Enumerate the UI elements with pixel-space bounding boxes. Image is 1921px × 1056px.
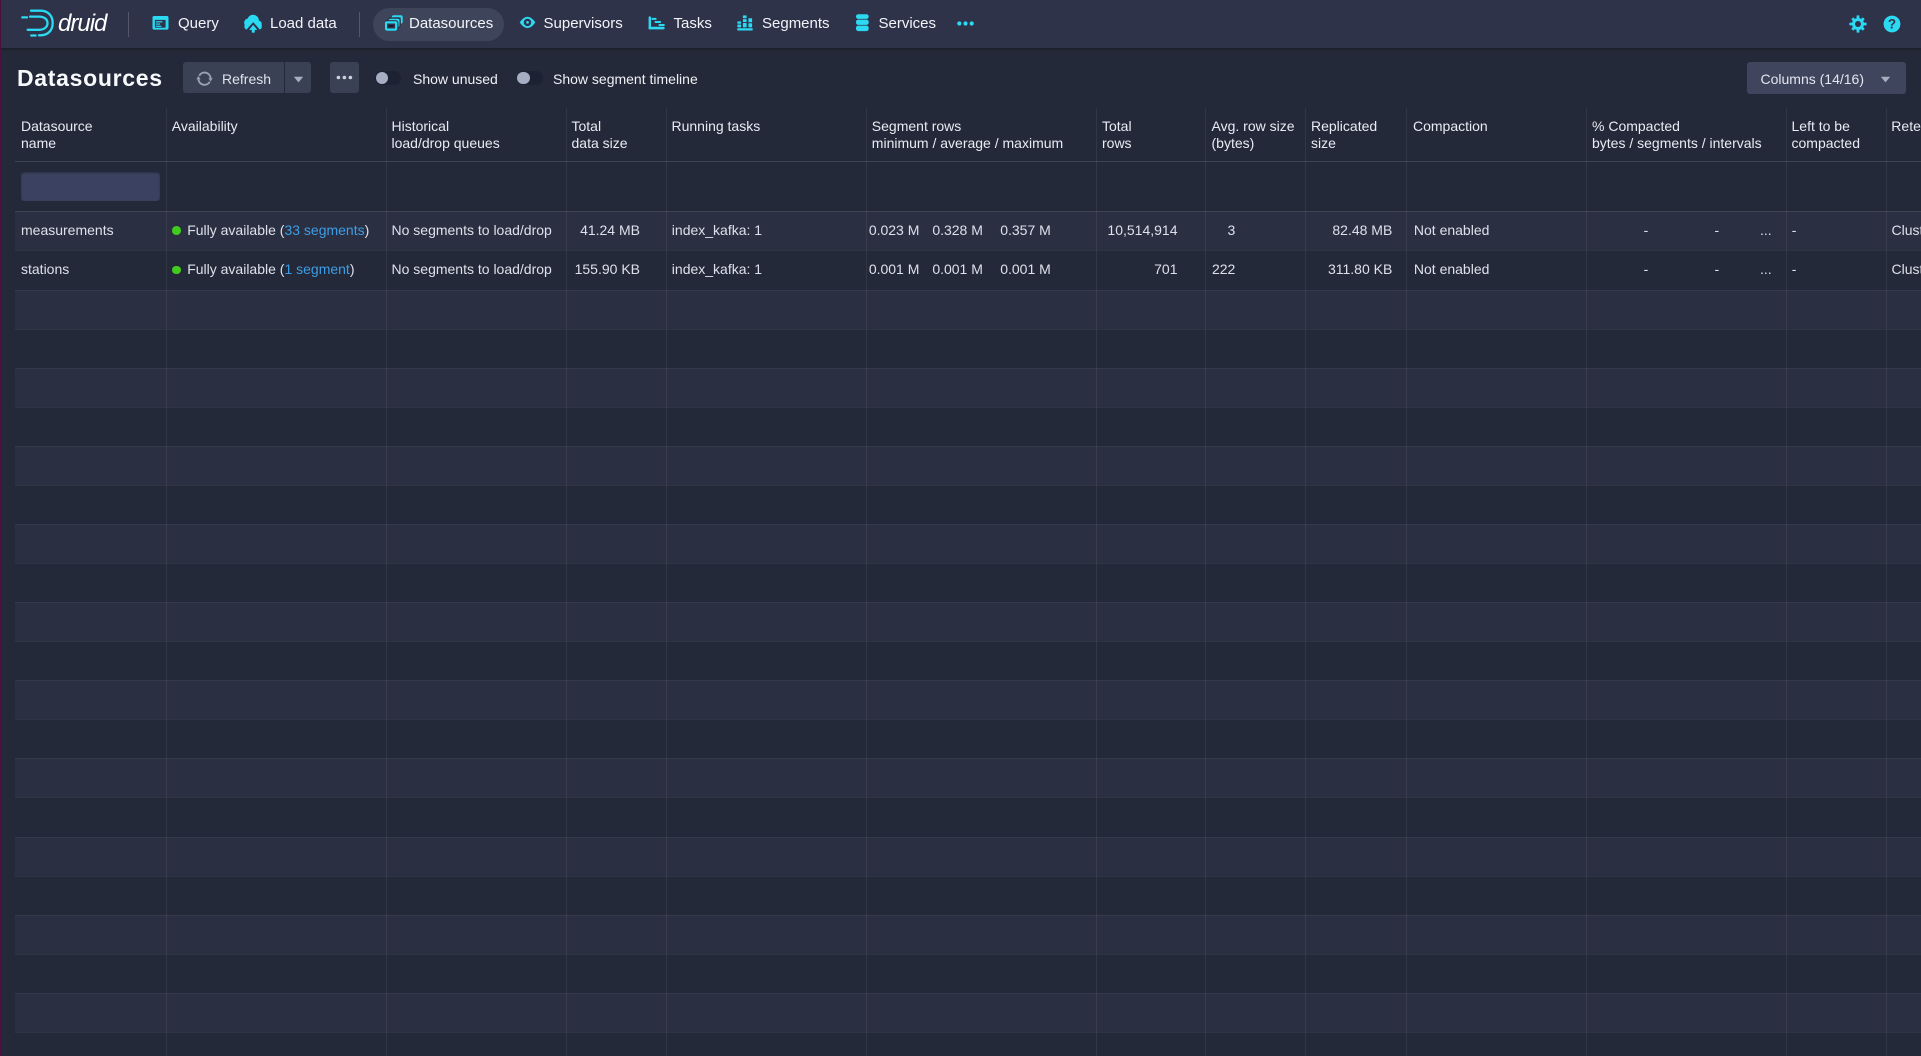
svg-text:?: ?	[1887, 17, 1895, 32]
